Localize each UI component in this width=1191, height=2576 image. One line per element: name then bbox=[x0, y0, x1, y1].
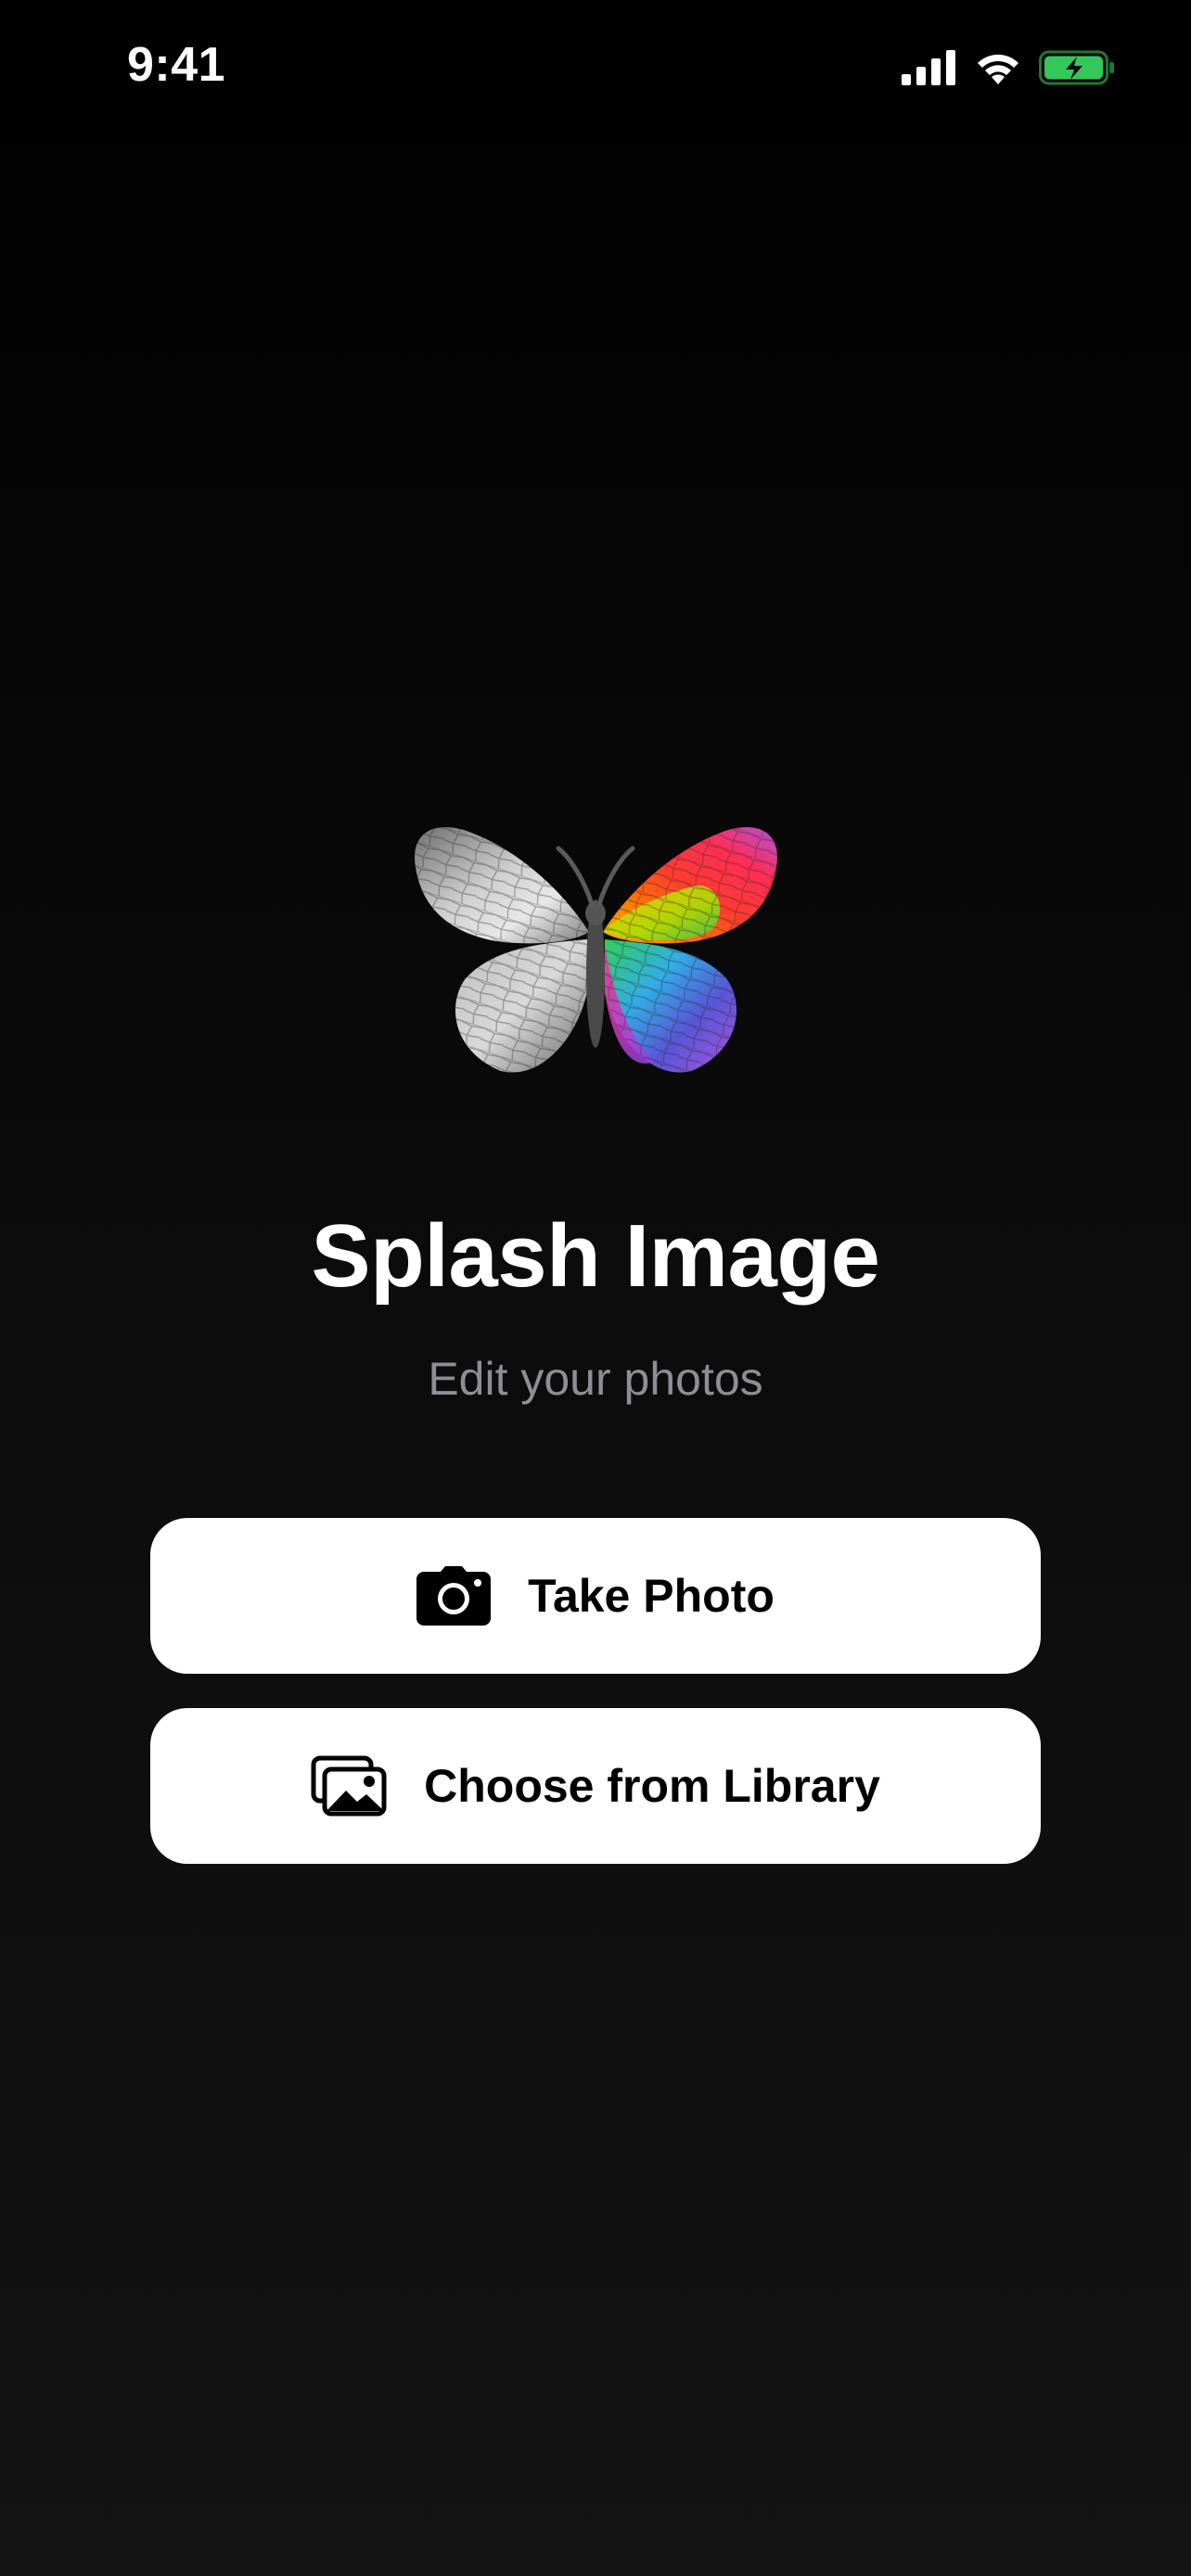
photo-library-icon bbox=[311, 1755, 387, 1817]
choose-from-library-button[interactable]: Choose from Library bbox=[150, 1708, 1041, 1864]
app-title: Splash Image bbox=[311, 1206, 880, 1306]
status-time: 9:41 bbox=[127, 38, 226, 92]
take-photo-label: Take Photo bbox=[528, 1570, 775, 1622]
status-bar: 9:41 bbox=[0, 0, 1191, 134]
camera-icon bbox=[416, 1566, 492, 1626]
app-subtitle: Edit your photos bbox=[428, 1353, 763, 1405]
take-photo-button[interactable]: Take Photo bbox=[150, 1518, 1041, 1674]
cellular-signal-icon bbox=[902, 50, 955, 85]
choose-from-library-label: Choose from Library bbox=[424, 1760, 880, 1812]
status-icons bbox=[902, 45, 1115, 91]
battery-charging-icon bbox=[1039, 50, 1114, 85]
wifi-icon bbox=[978, 54, 1018, 84]
butterfly-logo-icon bbox=[415, 826, 777, 1073]
